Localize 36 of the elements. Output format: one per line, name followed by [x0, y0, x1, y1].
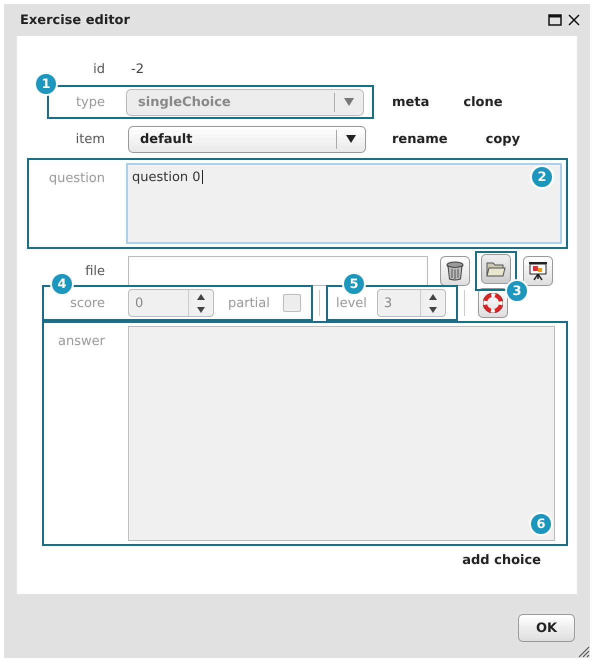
callout-badge: 1	[34, 72, 58, 96]
presentation-button[interactable]	[523, 256, 553, 286]
down-arrow-icon	[197, 306, 205, 312]
trash-button[interactable]	[440, 256, 470, 286]
field-label: score	[69, 296, 105, 310]
up-arrow-icon	[197, 294, 205, 300]
presentation-board-icon	[528, 261, 548, 281]
field-label: type	[74, 94, 105, 110]
callout-badge: 5	[342, 272, 366, 296]
window-title: Exercise editor	[20, 12, 131, 28]
close-icon[interactable]	[568, 14, 580, 26]
field-label: item	[74, 132, 105, 146]
folder-button[interactable]	[481, 254, 511, 284]
add-choice-link[interactable]: add choice	[462, 553, 541, 568]
up-arrow-icon	[428, 294, 437, 300]
callout-badge: 4	[50, 272, 74, 296]
ok-button[interactable]: OK	[518, 614, 575, 642]
caret-icon	[344, 98, 354, 106]
rename-link[interactable]: rename	[392, 132, 448, 146]
folder-icon	[486, 260, 506, 278]
resize-grip-icon[interactable]	[576, 644, 590, 658]
field-label: id	[92, 62, 105, 76]
maximize-icon[interactable]	[548, 14, 562, 26]
copy-link[interactable]: copy	[486, 132, 520, 146]
field-label: file	[84, 264, 105, 278]
item-dropdown[interactable]: default	[128, 126, 366, 152]
lifebuoy-icon	[483, 293, 503, 313]
field-label: level	[336, 296, 367, 310]
field-label: question	[48, 170, 105, 186]
caret-icon	[346, 135, 356, 143]
trash-icon	[446, 261, 464, 281]
id-value: -2	[131, 62, 144, 76]
help-button[interactable]	[478, 288, 508, 318]
down-arrow-icon	[428, 306, 437, 312]
field-label: answer	[57, 333, 105, 349]
checkbox-label: partial	[228, 296, 270, 310]
